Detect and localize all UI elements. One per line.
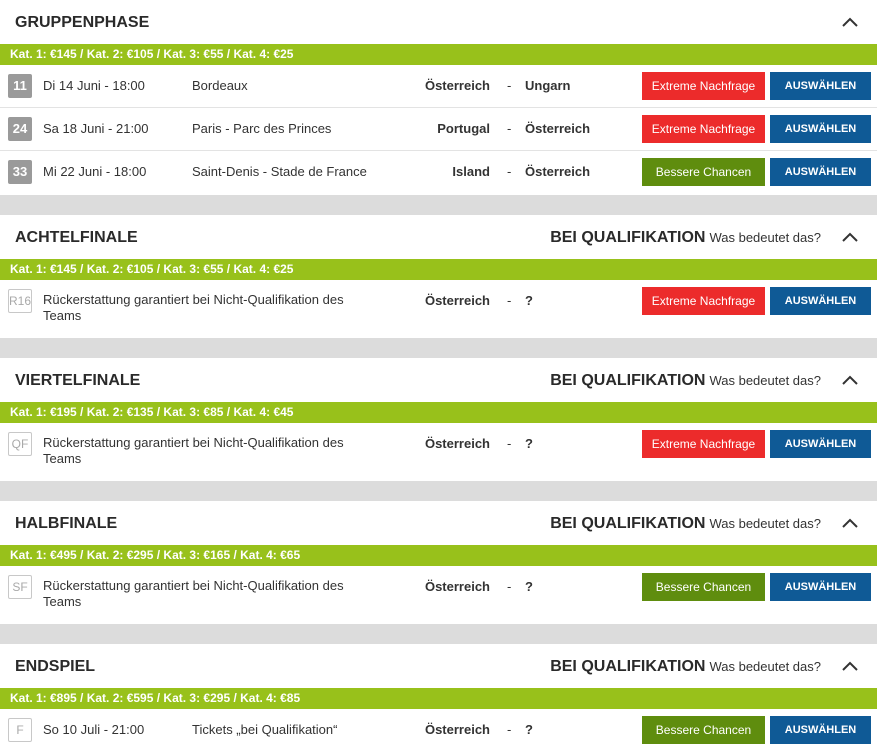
team-separator: - [507,579,512,594]
team-separator: - [507,722,512,737]
section-title: VIERTELFINALE [15,372,141,389]
match-row: 33 Mi 22 Juni - 18:00 Saint-Denis - Stad… [0,151,877,193]
match-row: R16 Rückerstattung garantiert bei Nicht-… [0,280,877,336]
qualification-help-link[interactable]: Was bedeutet das? [709,659,821,674]
demand-status-button[interactable]: Bessere Chancen [642,573,765,601]
match-date: Di 14 Juni - 18:00 [43,78,145,93]
match-row: F So 10 Juli - 21:00 Tickets „bei Qualif… [0,709,877,751]
team-separator: - [507,78,512,93]
match-row: 24 Sa 18 Juni - 21:00 Paris - Parc des P… [0,108,877,151]
demand-status-button[interactable]: Extreme Nachfrage [642,115,765,143]
match-row: SF Rückerstattung garantiert bei Nicht-Q… [0,566,877,622]
qualification-label: BEI QUALIFIKATION [550,515,706,532]
match-number-badge: 33 [8,160,32,184]
match-date: So 10 Juli - 21:00 [43,722,145,737]
section-endspiel: ENDSPIEL BEI QUALIFIKATION Was bedeutet d… [0,644,877,754]
round-badge: QF [8,432,32,456]
home-team: Island [452,164,490,179]
team-separator: - [507,293,512,308]
section-title: HALBFINALE [15,515,118,532]
select-button[interactable]: AUSWÄHLEN [770,430,871,458]
chevron-up-icon[interactable] [841,374,859,386]
match-venue: Paris - Parc des Princes [192,121,332,136]
match-number-badge: 11 [8,74,32,98]
away-team: ? [525,579,533,594]
section-header: ENDSPIEL BEI QUALIFIKATION Was bedeutet d… [0,644,877,688]
chevron-up-icon[interactable] [841,660,859,672]
select-button[interactable]: AUSWÄHLEN [770,716,871,744]
demand-status-button[interactable]: Extreme Nachfrage [642,430,765,458]
qualification-note: BEI QUALIFIKATION Was bedeutet das? [550,229,821,247]
match-venue: Saint-Denis - Stade de France [192,164,367,179]
section-header: ACHTELFINALE BEI QUALIFIKATION Was bedeut… [0,215,877,259]
section-achtelfinale: ACHTELFINALE BEI QUALIFIKATION Was bedeut… [0,215,877,338]
select-button[interactable]: AUSWÄHLEN [770,115,871,143]
refund-description: Rückerstattung garantiert bei Nicht-Qual… [43,292,344,323]
home-team: Österreich [424,579,490,594]
section-header: GRUPPENPHASE [0,0,877,44]
match-row: QF Rückerstattung garantiert bei Nicht-Q… [0,423,877,479]
round-badge: SF [8,575,32,599]
round-badge: F [8,718,32,742]
refund-description: Rückerstattung garantiert bei Nicht-Qual… [43,578,344,609]
qualification-help-link[interactable]: Was bedeutet das? [709,373,821,388]
home-team: Österreich [424,78,490,93]
select-button[interactable]: AUSWÄHLEN [770,287,871,315]
qualification-label: BEI QUALIFIKATION [550,658,706,675]
section-viertelfinale: VIERTELFINALE BEI QUALIFIKATION Was bedeu… [0,358,877,481]
team-separator: - [507,164,512,179]
home-team: Österreich [424,293,490,308]
category-prices: Kat. 1: €145 / Kat. 2: €105 / Kat. 3: €5… [0,259,877,280]
demand-status-button[interactable]: Bessere Chancen [642,158,765,186]
demand-status-button[interactable]: Bessere Chancen [642,716,765,744]
team-separator: - [507,121,512,136]
away-team: ? [525,436,533,451]
away-team: Ungarn [525,78,571,93]
section-halbfinale: HALBFINALE BEI QUALIFIKATION Was bedeutet… [0,501,877,624]
qualification-note: BEI QUALIFIKATION Was bedeutet das? [550,515,821,533]
qualification-help-link[interactable]: Was bedeutet das? [709,230,821,245]
match-venue: Tickets „bei Qualifikation“ [192,722,338,737]
category-prices: Kat. 1: €495 / Kat. 2: €295 / Kat. 3: €1… [0,545,877,566]
away-team: ? [525,293,533,308]
section-header: VIERTELFINALE BEI QUALIFIKATION Was bedeu… [0,358,877,402]
category-prices: Kat. 1: €195 / Kat. 2: €135 / Kat. 3: €8… [0,402,877,423]
qualification-label: BEI QUALIFIKATION [550,229,706,246]
chevron-up-icon[interactable] [841,16,859,28]
demand-status-button[interactable]: Extreme Nachfrage [642,287,765,315]
home-team: Österreich [424,722,490,737]
away-team: Österreich [525,164,591,179]
category-prices: Kat. 1: €145 / Kat. 2: €105 / Kat. 3: €5… [0,44,877,65]
match-date: Sa 18 Juni - 21:00 [43,121,149,136]
select-button[interactable]: AUSWÄHLEN [770,573,871,601]
match-number-badge: 24 [8,117,32,141]
section-title: ENDSPIEL [15,658,96,675]
team-separator: - [507,436,512,451]
match-venue: Bordeaux [192,78,248,93]
section-title: ACHTELFINALE [15,229,138,246]
section-title: GRUPPENPHASE [15,14,150,31]
chevron-up-icon[interactable] [841,231,859,243]
qualification-note: BEI QUALIFIKATION Was bedeutet das? [550,372,821,390]
qualification-label: BEI QUALIFIKATION [550,372,706,389]
chevron-up-icon[interactable] [841,517,859,529]
select-button[interactable]: AUSWÄHLEN [770,158,871,186]
refund-description: Rückerstattung garantiert bei Nicht-Qual… [43,435,344,466]
category-prices: Kat. 1: €895 / Kat. 2: €595 / Kat. 3: €2… [0,688,877,709]
select-button[interactable]: AUSWÄHLEN [770,72,871,100]
qualification-help-link[interactable]: Was bedeutet das? [709,516,821,531]
section-header: HALBFINALE BEI QUALIFIKATION Was bedeutet… [0,501,877,545]
section-gruppenphase: GRUPPENPHASE Kat. 1: €145 / Kat. 2: €105… [0,0,877,195]
home-team: Portugal [437,121,490,136]
match-row: 11 Di 14 Juni - 18:00 Bordeaux Österreic… [0,65,877,108]
round-badge: R16 [8,289,32,313]
demand-status-button[interactable]: Extreme Nachfrage [642,72,765,100]
home-team: Österreich [424,436,490,451]
match-date: Mi 22 Juni - 18:00 [43,164,147,179]
away-team: ? [525,722,533,737]
qualification-note: BEI QUALIFIKATION Was bedeutet das? [550,658,821,676]
away-team: Österreich [525,121,591,136]
